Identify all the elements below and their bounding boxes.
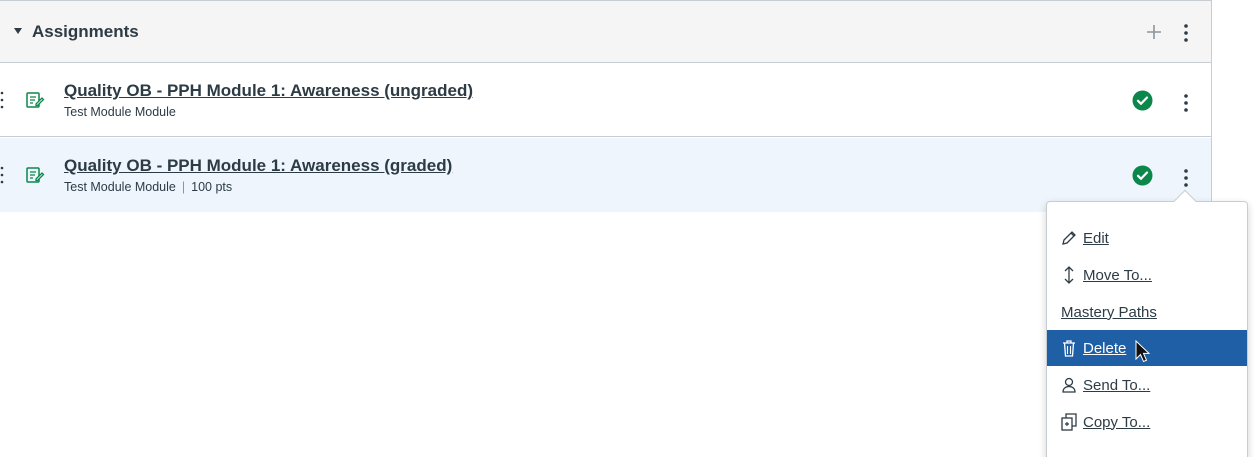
menu-item-label: Send To... [1083,376,1151,394]
drag-handle-icon[interactable] [0,91,4,109]
collapse-triangle-icon[interactable] [14,28,22,34]
module-container: Assignments Quality OB - PPH Module 1: A… [0,0,1212,212]
module-header: Assignments [0,1,1211,63]
menu-item-label: Mastery Paths [1061,303,1157,321]
menu-item-move-to[interactable]: Move To... [1047,257,1247,293]
menu-item-mastery-paths[interactable]: Mastery Paths [1047,294,1247,330]
copy-icon [1061,413,1077,431]
assignment-meta: Test Module Module [64,105,176,119]
trash-icon [1061,339,1077,357]
item-kebab-menu-icon[interactable] [1180,168,1192,188]
published-check-icon[interactable] [1132,165,1153,186]
published-check-icon[interactable] [1132,90,1153,111]
assignment-icon [25,90,45,110]
assignment-module-name: Test Module Module [64,105,176,119]
menu-item-send-to[interactable]: Send To... [1047,367,1247,403]
menu-item-edit[interactable]: Edit [1047,220,1247,256]
menu-item-label: Edit [1083,229,1109,247]
drag-handle-icon[interactable] [0,166,4,184]
assignment-title-link[interactable]: Quality OB - PPH Module 1: Awareness (un… [64,80,473,102]
assignment-module-name: Test Module Module [64,180,176,194]
mouse-cursor-icon [1135,339,1151,364]
pencil-icon [1061,229,1077,247]
module-kebab-menu-icon[interactable] [1180,23,1192,43]
item-kebab-menu-icon[interactable] [1180,93,1192,113]
module-title: Assignments [32,22,139,41]
assignment-points: 100 pts [191,180,233,194]
assignment-icon [25,165,45,185]
add-icon[interactable] [1145,23,1163,41]
menu-item-label: Copy To... [1083,413,1151,431]
user-icon [1061,376,1077,394]
meta-separator: | [181,180,186,194]
module-item-row: Quality OB - PPH Module 1: Awareness (gr… [0,138,1211,212]
assignment-title-link[interactable]: Quality OB - PPH Module 1: Awareness (gr… [64,155,452,177]
move-arrows-icon [1061,266,1077,284]
module-item-row: Quality OB - PPH Module 1: Awareness (un… [0,63,1211,137]
menu-item-copy-to[interactable]: Copy To... [1047,404,1247,440]
menu-item-label: Delete [1083,339,1127,357]
assignment-meta: Test Module Module | 100 pts [64,180,232,194]
menu-item-label: Move To... [1083,266,1152,284]
